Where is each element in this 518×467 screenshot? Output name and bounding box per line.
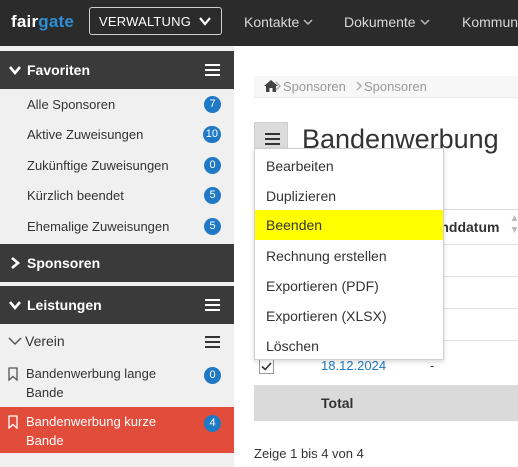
chevron-down-icon xyxy=(9,66,21,76)
total-label: Total xyxy=(321,395,354,411)
sidebar-item-aktive-zuweisungen[interactable]: Aktive Zuweisungen 10 xyxy=(0,119,234,149)
menu-item-exportieren-xlsx[interactable]: Exportieren (XLSX) xyxy=(255,301,443,331)
area-select-value: VERWALTUNG xyxy=(99,14,192,29)
table-total-row: Total xyxy=(254,385,518,421)
sidebar-item-alle-sponsoren[interactable]: Alle Sponsoren 7 xyxy=(0,89,234,119)
count-badge: 5 xyxy=(204,218,221,235)
sidebar-item-bandenwerbung-lange-bande[interactable]: Bandenwerbung lange Bande 0 xyxy=(0,359,234,405)
bookmark-icon xyxy=(8,367,18,381)
pagination-summary: Zeige 1 bis 4 von 4 xyxy=(254,446,364,461)
count-badge: 0 xyxy=(204,367,221,384)
section-sponsoren[interactable]: Sponsoren xyxy=(0,244,234,282)
chevron-right-icon xyxy=(356,81,362,91)
chevron-down-icon xyxy=(9,301,21,311)
menu-item-beenden[interactable]: Beenden xyxy=(255,210,443,240)
nav-dokumente[interactable]: Dokumente xyxy=(344,14,430,30)
menu-item-bearbeiten[interactable]: Bearbeiten xyxy=(255,151,443,181)
sidebar-item-kuerzlich-beendet[interactable]: Kürzlich beendet 5 xyxy=(0,180,234,210)
sidebar-item-ehemalige-zuweisungen[interactable]: Ehemalige Zuweisungen 5 xyxy=(0,211,234,241)
count-badge: 7 xyxy=(204,96,221,113)
breadcrumb: Sponsoren Sponsoren xyxy=(254,76,518,98)
sort-icon[interactable] xyxy=(511,213,518,235)
actions-dropdown-menu: Bearbeiten Duplizieren Beenden Rechnung … xyxy=(254,148,444,360)
count-badge: 0 xyxy=(204,157,221,174)
hamburger-menu-icon[interactable] xyxy=(205,336,220,348)
check-icon xyxy=(261,362,272,371)
area-select[interactable]: VERWALTUNG xyxy=(89,7,222,35)
breadcrumb-item[interactable]: Sponsoren xyxy=(364,79,427,94)
sidebar: Favoriten Alle Sponsoren 7 Aktive Zuweis… xyxy=(0,46,234,467)
chevron-down-icon xyxy=(303,19,313,26)
subsection-verein[interactable]: Verein xyxy=(0,325,234,357)
nav-kommunikation[interactable]: Kommun xyxy=(462,14,518,30)
menu-item-duplizieren[interactable]: Duplizieren xyxy=(255,181,443,211)
menu-item-loeschen[interactable]: Löschen xyxy=(255,331,443,361)
hamburger-menu-icon[interactable] xyxy=(205,299,220,311)
count-badge: 4 xyxy=(204,415,221,432)
chevron-down-icon xyxy=(8,337,22,346)
chevron-down-icon xyxy=(199,17,211,26)
count-badge: 5 xyxy=(204,187,221,204)
breadcrumb-item[interactable]: Sponsoren xyxy=(283,79,346,94)
chevron-right-icon xyxy=(11,257,21,269)
hamburger-menu-icon[interactable] xyxy=(205,64,220,76)
chevron-right-icon xyxy=(275,81,281,91)
row-checkbox[interactable] xyxy=(259,359,274,374)
count-badge: 10 xyxy=(202,126,221,143)
bookmark-icon xyxy=(8,415,18,429)
section-favoriten[interactable]: Favoriten xyxy=(0,51,234,89)
section-leistungen[interactable]: Leistungen xyxy=(0,286,234,324)
chevron-down-icon xyxy=(420,19,430,26)
nav-kontakte[interactable]: Kontakte xyxy=(244,14,313,30)
top-navbar: fairgate VERWALTUNG Kontakte Dokumente K… xyxy=(0,0,518,46)
fairgate-logo[interactable]: fairgate xyxy=(11,12,74,32)
sidebar-item-bandenwerbung-kurze-bande[interactable]: Bandenwerbung kurze Bande 4 xyxy=(0,407,234,453)
menu-item-rechnung-erstellen[interactable]: Rechnung erstellen xyxy=(255,241,443,271)
hamburger-menu-icon xyxy=(265,133,280,145)
sidebar-item-zukuenftige-zuweisungen[interactable]: Zukünftige Zuweisungen 0 xyxy=(0,150,234,180)
menu-item-exportieren-pdf[interactable]: Exportieren (PDF) xyxy=(255,271,443,301)
